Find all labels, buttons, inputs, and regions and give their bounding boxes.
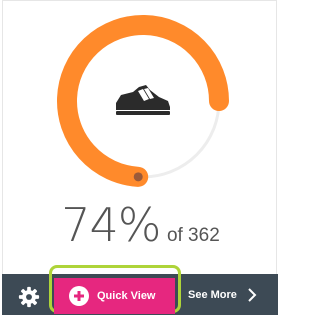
quick-view-button[interactable]: Quick View: [54, 278, 175, 314]
progress-knob: [133, 172, 143, 182]
percent-value: 74%: [61, 198, 161, 252]
quick-view-label: Quick View: [97, 290, 156, 302]
card-toolbar: Quick View See More: [2, 265, 278, 315]
plus-circle-icon: [69, 286, 89, 306]
sneaker-icon: [116, 85, 170, 115]
percent-stat: 74% of 362: [3, 198, 278, 252]
see-more-label: See More: [188, 288, 237, 301]
gear-icon[interactable]: [18, 286, 40, 308]
total-count: of 362: [166, 225, 220, 246]
see-more-button[interactable]: See More: [186, 274, 278, 315]
progress-card: 74% of 362: [2, 0, 277, 274]
chevron-right-icon: [248, 287, 257, 302]
